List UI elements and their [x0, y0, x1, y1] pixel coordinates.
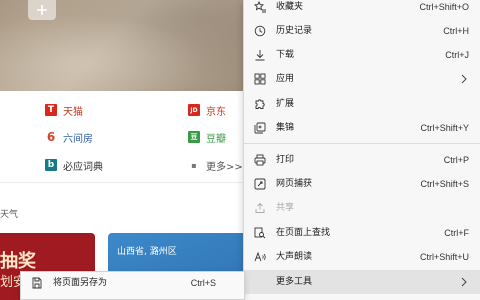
menu-item-label: 共享 — [276, 203, 295, 213]
menu-item-label: 在页面上查找 — [276, 228, 331, 238]
quick-link-label: 六间房 — [63, 133, 93, 145]
6rooms-icon: 6 — [46, 130, 56, 144]
menu-item-print[interactable]: 打印 Ctrl+P — [244, 148, 480, 172]
extensions-icon — [254, 98, 266, 110]
apps-icon — [254, 73, 266, 85]
quick-link-label: 更多>> — [206, 161, 243, 173]
menu-item-shortcut: Ctrl+Shift+O — [419, 2, 469, 12]
menu-item-extensions[interactable]: 扩展 — [244, 92, 480, 116]
collections-icon — [254, 122, 266, 134]
tmall-icon: T — [45, 104, 57, 116]
menu-item-label: 集锦 — [276, 123, 295, 133]
menu-item-label: 将页面另存为 — [53, 278, 108, 288]
menu-item-history[interactable]: 历史记录 Ctrl+H — [244, 19, 480, 43]
print-icon — [254, 154, 266, 166]
bing-dict-icon: b — [45, 159, 57, 171]
menu-item-label: 网页捕获 — [276, 179, 313, 189]
quick-link-6rooms[interactable]: 6 六间房 — [45, 128, 93, 146]
web-capture-icon — [254, 178, 266, 190]
chevron-right-icon — [459, 73, 469, 85]
browser-settings-menu: 收藏夹 Ctrl+Shift+O 历史记录 Ctrl+H 下载 Ctrl+J 应… — [243, 0, 480, 300]
history-icon — [254, 25, 266, 37]
douban-icon: 豆 — [188, 131, 200, 143]
quick-link-label: 天猫 — [63, 106, 83, 118]
menu-item-label: 更多工具 — [276, 277, 313, 287]
menu-item-more-tools[interactable]: 更多工具 — [244, 270, 480, 294]
menu-item-label: 历史记录 — [276, 26, 313, 36]
quick-link-label: 豆瓣 — [206, 133, 226, 145]
weather-location: 山西省, 潞州区 — [117, 247, 177, 257]
quick-link-more[interactable]: ▪ 更多>> — [188, 156, 243, 174]
menu-item-label: 收藏夹 — [276, 2, 304, 12]
menu-item-label: 大声朗读 — [276, 252, 313, 262]
quick-link-tmall[interactable]: T 天猫 — [45, 101, 83, 119]
menu-item-shortcut: Ctrl+Shift+S — [420, 179, 469, 189]
plus-icon — [37, 5, 47, 15]
menu-item-share[interactable]: 共享 — [244, 196, 480, 220]
quick-link-bing-dict[interactable]: b 必应词典 — [45, 156, 103, 174]
quick-link-douban[interactable]: 豆 豆瓣 — [188, 128, 226, 146]
jd-icon: JD — [188, 104, 200, 116]
download-icon — [254, 49, 266, 61]
background-hero-image — [0, 0, 245, 91]
menu-item-shortcut: Ctrl+Shift+Y — [420, 123, 469, 133]
save-page-icon — [31, 277, 43, 289]
menu-item-collections[interactable]: 集锦 Ctrl+Shift+Y — [244, 116, 480, 140]
quick-link-label: 必应词典 — [63, 161, 103, 173]
more-tools-submenu: 将页面另存为 Ctrl+S — [20, 271, 245, 300]
menu-item-read-aloud[interactable]: 大声朗读 Ctrl+Shift+U — [244, 245, 480, 269]
menu-item-label: 扩展 — [276, 99, 295, 109]
menu-item-shortcut: Ctrl+J — [445, 50, 469, 60]
quick-link-jd[interactable]: JD 京东 — [188, 101, 226, 119]
weather-section-label: 天气 — [0, 210, 19, 220]
quick-link-label: 京东 — [206, 106, 226, 118]
menu-item-shortcut: Ctrl+S — [190, 278, 216, 288]
menu-divider — [244, 143, 480, 144]
menu-item-find-on-page[interactable]: 在页面上查找 Ctrl+F — [244, 221, 480, 245]
menu-item-label: 下载 — [276, 50, 295, 60]
menu-item-apps[interactable]: 应用 — [244, 67, 480, 91]
menu-item-shortcut: Ctrl+Shift+U — [419, 252, 469, 262]
menu-item-label: 应用 — [276, 74, 295, 84]
promo-title: 抽奖 — [0, 251, 36, 272]
find-icon — [254, 227, 266, 239]
more-grid-icon: ▪ — [191, 160, 197, 170]
share-icon — [254, 202, 266, 214]
quick-links-panel: T 天猫 JD 京东 6 六间房 豆 豆瓣 b 必应词典 ▪ 更多>> — [0, 91, 245, 183]
read-aloud-icon — [254, 251, 266, 263]
menu-item-shortcut: Ctrl+H — [443, 26, 469, 36]
chevron-right-icon — [459, 276, 469, 288]
menu-item-label: 打印 — [276, 155, 295, 165]
favorites-star-icon — [254, 1, 266, 13]
menu-item-shortcut: Ctrl+P — [443, 155, 469, 165]
menu-item-shortcut: Ctrl+F — [444, 228, 469, 238]
menu-item-web-capture[interactable]: 网页捕获 Ctrl+Shift+S — [244, 172, 480, 196]
menu-item-downloads[interactable]: 下载 Ctrl+J — [244, 43, 480, 67]
menu-item-favorites[interactable]: 收藏夹 Ctrl+Shift+O — [244, 0, 480, 19]
add-shortcut-button[interactable] — [28, 0, 56, 20]
submenu-item-save-page-as[interactable]: 将页面另存为 Ctrl+S — [21, 272, 244, 294]
